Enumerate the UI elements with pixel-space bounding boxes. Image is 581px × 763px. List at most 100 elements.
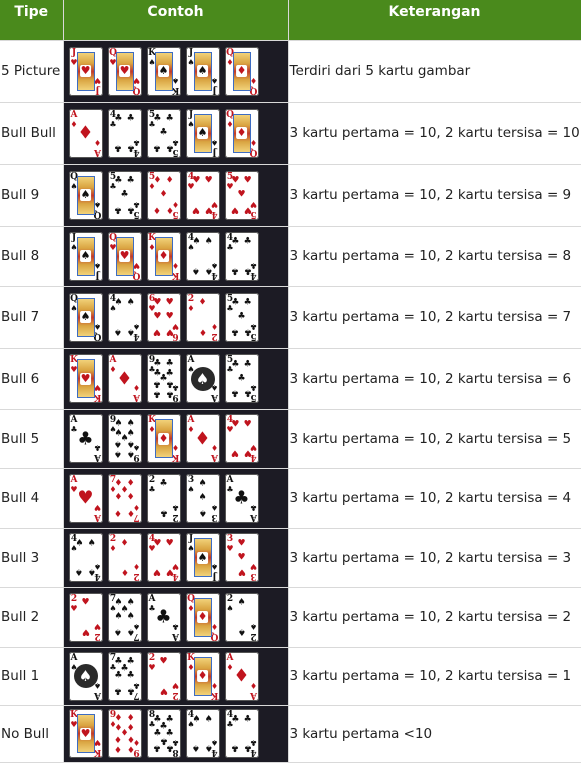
playing-card: A ♠ A ♠ ♠ xyxy=(185,354,220,403)
card-rank: 2 xyxy=(226,593,234,604)
playing-card: Q ♠ Q ♠ ♠ xyxy=(68,292,103,342)
card-pip: ♥ xyxy=(231,175,240,186)
table-row: Bull Bull A ♦ A ♦ ♦ 4 ♣ 4 ♣ ♣ ♣ ♣ ♣ 5 ♣ 5 ♣ ♣ ♣ ♣ ♣ ♣ J ♠ J ♠ ♠ Q ♦ Q ♦… xyxy=(0,102,581,165)
card-pip: ♠ xyxy=(237,597,246,608)
face-card-portrait: ♥ xyxy=(76,359,95,398)
face-card-portrait: ♠ xyxy=(76,175,95,215)
playing-card: 5 ♦ 5 ♦ ♦ ♦ ♦ ♦ ♦ xyxy=(146,170,181,220)
card-rank: J xyxy=(94,269,100,280)
card-suit: ♥ xyxy=(148,661,156,672)
card-corner-index: 2 ♥ xyxy=(70,594,79,612)
face-card-suit: ♦ xyxy=(235,64,248,77)
playing-card: K ♥ K ♥ ♥ xyxy=(68,709,103,758)
card-pip: ♣ xyxy=(153,742,162,753)
card-corner-index: 3 ♠ xyxy=(210,503,219,522)
ace-center-suit: ♦ xyxy=(233,665,250,687)
card-hand: J ♥ J ♥ ♥ Q ♥ Q ♥ ♥ K ♠ K ♠ ♠ J ♠ J ♠ ♠ Q ♦ Q ♦ ♦ xyxy=(64,46,288,96)
header-tipe: Tipe xyxy=(0,0,64,41)
card-corner-index: 3 ♥ xyxy=(226,535,235,553)
card-suit: ♣ xyxy=(249,502,257,513)
card-example-cell: Q ♠ Q ♠ ♠ 5 ♣ 5 ♣ ♣ ♣ ♣ ♣ ♣ 5 ♦ 5 ♦ ♦ ♦ ♦ ♦ ♦ 4 ♥ 4 ♥ ♥ ♥ ♥ ♥ 5 ♥ 5 ♥ ♥ ♥ ♥ ♥ ♥ xyxy=(63,164,289,227)
card-pip: ♣ xyxy=(231,742,240,753)
hand-ranking-table: Tipe Contoh Keterangan 5 Picture J ♥ J ♥ ♥ Q ♥ Q… xyxy=(0,0,581,763)
playing-card: J ♠ J ♠ ♠ xyxy=(185,108,220,158)
playing-card: 2 ♥ 2 ♥ ♥ ♥ xyxy=(68,592,103,642)
hand-type-cell: Bull 5 xyxy=(0,409,64,469)
table-row: Bull 5 A ♣ A ♣ ♣ 9 ♠ 9 ♠ ♠ ♠ ♠ ♠ ♠ ♠ ♠ ♠ ♠ K ♦ K ♦ ♦ A ♦ A ♦ ♦ 4 ♥ 4 ♥ ♥ ♥… xyxy=(0,409,581,469)
card-pip: ♣ xyxy=(153,388,162,399)
card-corner-index: 2 ♣ xyxy=(148,475,157,493)
description-cell: 3 kartu pertama = 10, 2 kartu tersisa = … xyxy=(288,286,581,349)
card-pip: ♥ xyxy=(192,204,201,215)
card-rank: 2 xyxy=(210,330,218,341)
table-row: Bull 1 A ♠ A ♠ ♠ 7 ♣ 7 ♣ ♣ ♣ ♣ ♣ ♣ ♣ ♣ 2 ♥ 2 ♥ ♥ ♥ K ♦ K ♦ ♦ A ♦ A ♦ ♦ 3 … xyxy=(0,647,581,706)
face-card-suit: ♠ xyxy=(79,310,92,323)
face-card-portrait: ♥ xyxy=(76,51,95,91)
playing-card: 4 ♠ 4 ♠ ♠ ♠ ♠ ♠ xyxy=(107,292,142,342)
card-suit: ♥ xyxy=(171,680,179,691)
face-card-suit: ♠ xyxy=(196,126,209,139)
playing-card: 4 ♠ 4 ♠ ♠ ♠ ♠ ♠ xyxy=(185,231,220,281)
card-pip: ♣ xyxy=(126,670,135,681)
card-pip: ♥ xyxy=(153,311,162,322)
card-rank: J xyxy=(71,232,77,243)
playing-card: Q ♥ Q ♥ ♥ xyxy=(107,46,142,96)
playing-card: Q ♦ Q ♦ ♦ xyxy=(224,46,259,96)
card-pip: ♦ xyxy=(114,713,123,724)
card-pip: ♠ xyxy=(75,566,84,577)
table-header-row: Tipe Contoh Keterangan xyxy=(0,0,581,41)
card-pip: ♣ xyxy=(243,387,252,398)
table-row: Bull 2 2 ♥ 2 ♥ ♥ ♥ 7 ♠ 7 ♠ ♠ ♠ ♠ ♠ ♠ ♠ ♠ A ♣ A ♣ ♣ Q ♦ Q ♦ ♦ 2 ♠ 2 ♠ ♠ ♠ 3… xyxy=(0,587,581,648)
card-hand: K ♥ K ♥ ♥ A ♦ A ♦ ♦ 9 ♣ 9 ♣ ♣ ♣ ♣ ♣ ♣ ♣ ♣ ♣ ♣ A ♠ A ♠ ♠ 5 ♣ 5 ♣ ♣ ♣ ♣ ♣ ♣ xyxy=(64,354,288,403)
playing-card: J ♥ J ♥ ♥ xyxy=(68,46,103,96)
playing-card: 2 ♦ 2 ♦ ♦ ♦ xyxy=(185,292,220,342)
card-suit: ♠ xyxy=(187,483,195,494)
card-rank: 2 xyxy=(171,689,179,700)
card-corner-index: 2 ♦ xyxy=(187,294,196,312)
face-card-suit: ♠ xyxy=(157,64,170,77)
card-pip: ♦ xyxy=(126,743,135,754)
face-card-portrait: ♠ xyxy=(76,236,95,276)
face-card-portrait: ♦ xyxy=(232,113,251,153)
playing-card: J ♠ J ♠ ♠ xyxy=(185,533,220,582)
card-pip: ♠ xyxy=(126,297,135,308)
card-rank: A xyxy=(210,392,218,402)
card-pip: ♣ xyxy=(165,378,174,389)
card-pip: ♠ xyxy=(192,265,201,276)
card-pip: ♣ xyxy=(114,670,123,681)
card-corner-index: 2 ♥ xyxy=(171,680,180,700)
card-pip: ♠ xyxy=(114,438,123,449)
card-pip: ♦ xyxy=(165,204,174,215)
card-suit: ♦ xyxy=(132,562,140,572)
face-card-portrait: ♦ xyxy=(154,236,173,276)
card-example-cell: A ♥ A ♥ ♥ 7 ♦ 7 ♦ ♦ ♦ ♦ ♦ ♦ ♦ ♦ 2 ♣ 2 ♣ ♣ ♣ 3 ♠ 3 ♠ ♠ ♠ ♠ A ♣ A ♣ ♣ xyxy=(63,468,289,529)
card-corner-index: A ♦ xyxy=(132,383,141,402)
card-corner-index: 2 ♠ xyxy=(249,622,258,641)
card-suit: ♥ xyxy=(93,621,101,632)
card-pip: ♠ xyxy=(198,492,207,503)
card-pip: ♠ xyxy=(114,418,123,429)
playing-card: 5 ♣ 5 ♣ ♣ ♣ ♣ ♣ ♣ xyxy=(224,292,259,342)
hand-type-cell: Bull 7 xyxy=(0,286,64,349)
card-pip: ♥ xyxy=(243,204,252,215)
card-pip: ♦ xyxy=(126,507,135,518)
card-pip: ♣ xyxy=(243,714,252,725)
card-hand: A ♦ A ♦ ♦ 4 ♣ 4 ♣ ♣ ♣ ♣ ♣ 5 ♣ 5 ♣ ♣ ♣ ♣ ♣ ♣ J ♠ J ♠ ♠ Q ♦ Q ♦ ♦ xyxy=(64,108,288,158)
playing-card: 5 ♣ 5 ♣ ♣ ♣ ♣ ♣ ♣ xyxy=(107,170,142,220)
card-hand: A ♥ A ♥ ♥ 7 ♦ 7 ♦ ♦ ♦ ♦ ♦ ♦ ♦ ♦ 2 ♣ 2 ♣ ♣ ♣ 3 ♠ 3 ♠ ♠ ♠ ♠ A ♣ A ♣ ♣ xyxy=(64,473,288,523)
card-example-cell: A ♠ A ♠ ♠ 7 ♣ 7 ♣ ♣ ♣ ♣ ♣ ♣ ♣ ♣ 2 ♥ 2 ♥ ♥ ♥ K ♦ K ♦ ♦ A ♦ A ♦ ♦ xyxy=(63,647,289,706)
card-pip: ♥ xyxy=(81,597,90,608)
card-example-cell: A ♦ A ♦ ♦ 4 ♣ 4 ♣ ♣ ♣ ♣ ♣ 5 ♣ 5 ♣ ♣ ♣ ♣ ♣ ♣ J ♠ J ♠ ♠ Q ♦ Q ♦ ♦ xyxy=(63,102,289,165)
card-pip: ♥ xyxy=(165,326,174,337)
card-rank: J xyxy=(211,146,217,157)
card-example-cell: J ♥ J ♥ ♥ Q ♥ Q ♥ ♥ K ♠ K ♠ ♠ J ♠ J ♠ ♠ Q ♦ Q ♦ ♦ xyxy=(63,40,289,103)
face-card-portrait: ♥ xyxy=(76,714,95,753)
card-corner-index: 2 ♦ xyxy=(109,535,118,553)
card-pip: ♥ xyxy=(237,566,246,577)
card-rank: A xyxy=(226,474,234,485)
card-pip: ♣ xyxy=(165,388,174,399)
card-pip: ♦ xyxy=(114,507,123,518)
card-pip: ♠ xyxy=(114,611,123,622)
card-pip: ♣ xyxy=(231,265,240,276)
playing-card: J ♠ J ♠ ♠ xyxy=(68,231,103,281)
